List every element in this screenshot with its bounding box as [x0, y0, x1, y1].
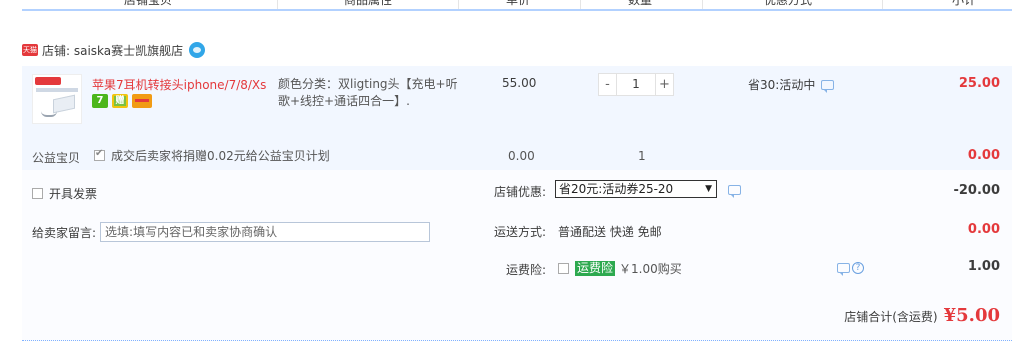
charity-checkbox[interactable]: [94, 148, 105, 161]
qty-plus-button[interactable]: +: [655, 73, 674, 96]
col-header-subtotal: 小计: [952, 0, 977, 7]
shipping-amount: 0.00: [967, 222, 1000, 237]
shop-total-label: 店铺合计(含运费): [844, 310, 938, 324]
charity-price: 0.00: [508, 149, 535, 163]
shop-total: 店铺合计(含运费) ¥5.00: [844, 305, 1000, 326]
col-header-item: 店铺宝贝: [124, 0, 173, 7]
shop-header: 天猫 店铺: saiska赛士凯旗舰店: [22, 42, 206, 59]
insurance-checkbox[interactable]: [558, 263, 569, 274]
insurance-help: ?: [837, 262, 864, 276]
promo-text: 省30:活动中: [748, 78, 816, 92]
col-divider: [882, 0, 883, 9]
charity-row: 公益宝贝 成交后卖家将捐赠0.02元给公益宝贝计划 0.00 1 0.00: [22, 138, 1012, 170]
help-question-icon[interactable]: ?: [852, 262, 864, 274]
seven-day-return-icon[interactable]: 7: [92, 94, 108, 108]
insurance-chat-icon[interactable]: [837, 263, 850, 276]
memo-input[interactable]: 选填:填写内容已和卖家协商确认: [100, 222, 431, 242]
charity-qty: 1: [638, 149, 646, 163]
product-title-link[interactable]: 苹果7耳机转接头iphone/7/8/Xs ...: [92, 76, 270, 93]
discount-chat-icon[interactable]: [728, 185, 741, 198]
shop-discount-label: 店铺优惠:: [493, 185, 546, 199]
shop-total-value: ¥5.00: [943, 305, 1000, 326]
memo-label: 给卖家留言:: [32, 225, 97, 240]
insurance-price: ￥1.00购买: [619, 262, 682, 276]
col-header-attrs: 商品属性: [344, 0, 393, 7]
insurance-tag: 运费险: [575, 261, 616, 276]
promo-info: 省30:活动中: [748, 76, 835, 93]
shop-discount-amount: -20.00: [953, 183, 1000, 198]
charity-checkbox-wrap: 成交后卖家将捐赠0.02元给公益宝贝计划: [94, 147, 330, 164]
shipping-label: 运送方式:: [493, 225, 546, 239]
charity-total: 0.00: [967, 148, 1000, 163]
promo-chat-icon[interactable]: [821, 79, 835, 93]
seller-memo: 给卖家留言: 选填:填写内容已和卖家协商确认: [32, 222, 431, 242]
invoice-option: 开具发票: [32, 185, 97, 202]
insurance-amount: 1.00: [967, 259, 1000, 274]
quantity-stepper: - 1 +: [598, 73, 674, 96]
dropdown-arrow-icon: ▼: [705, 184, 712, 194]
tmall-icon: 天猫: [22, 44, 38, 56]
insurance-label: 运费险:: [505, 263, 546, 277]
gift-icon[interactable]: 赠: [112, 94, 128, 108]
card-icon[interactable]: [132, 94, 152, 108]
invoice-checkbox[interactable]: [32, 188, 43, 199]
charity-text: 成交后卖家将捐赠0.02元给公益宝贝计划: [111, 149, 330, 163]
qty-input[interactable]: 1: [617, 73, 655, 96]
sku-attributes: 颜色分类：双ligting头【充电+听歌+线控+通话四合一】.: [278, 77, 458, 108]
col-divider: [458, 0, 459, 9]
col-header-price: 单价: [506, 0, 531, 7]
shop-name[interactable]: 店铺: saiska赛士凯旗舰店: [42, 42, 183, 59]
col-header-promo: 优惠方式: [764, 0, 813, 7]
shop-discount-selected: 省20元:活动券25-20: [559, 182, 674, 196]
table-header: 店铺宝贝 商品属性 单价 数量 优惠方式 小计: [22, 0, 1012, 11]
col-divider: [702, 0, 703, 9]
charity-label: 公益宝贝: [32, 151, 81, 165]
unit-price: 55.00: [502, 76, 537, 90]
item-subtotal: 25.00: [958, 76, 1000, 91]
wangwang-chat-icon[interactable]: [189, 42, 206, 58]
invoice-label: 开具发票: [49, 187, 98, 201]
shipping-method: 普通配送 快递 免邮: [558, 225, 662, 239]
col-divider: [580, 0, 581, 9]
col-divider: [277, 0, 278, 9]
service-badges: 7 赠: [92, 94, 152, 108]
col-header-qty: 数量: [628, 0, 653, 7]
shop-discount-select[interactable]: 省20元:活动券25-20 ▼: [555, 180, 717, 198]
item-row: 苹果7耳机转接头iphone/7/8/Xs ... 7 赠 颜色分类：双ligt…: [22, 66, 1012, 170]
product-thumbnail[interactable]: [32, 74, 82, 124]
qty-minus-button[interactable]: -: [598, 73, 617, 96]
order-block: 苹果7耳机转接头iphone/7/8/Xs ... 7 赠 颜色分类：双ligt…: [22, 66, 1012, 341]
insurance-option: 运费险 ￥1.00购买: [558, 260, 682, 277]
